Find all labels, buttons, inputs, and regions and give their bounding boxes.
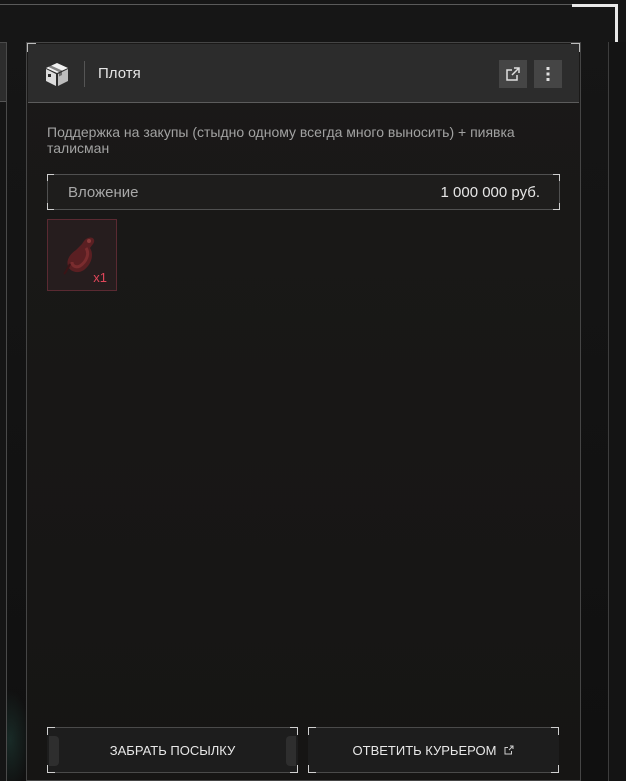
reply-courier-label: ОТВЕТИТЬ КУРЬЕРОМ [352, 742, 497, 758]
adjacent-card-right [608, 42, 626, 781]
button-corner [551, 765, 559, 773]
more-options-button[interactable] [534, 60, 562, 88]
button-corner [551, 727, 559, 735]
parcel-message: Поддержка на закупы (стыдно одному всегд… [47, 124, 515, 156]
investment-row: Вложение 1 000 000 руб. [47, 174, 560, 210]
button-corner [47, 765, 55, 773]
button-notch [286, 736, 296, 766]
card-header: Плотя [27, 43, 580, 103]
more-vertical-icon [546, 67, 550, 81]
external-link-icon [504, 745, 514, 755]
button-corner [308, 727, 316, 735]
parcel-box-icon [46, 63, 68, 86]
sender-name: Плотя [98, 65, 141, 82]
button-corner [290, 765, 298, 773]
button-notch [49, 736, 59, 766]
take-parcel-label: ЗАБРАТЬ ПОСЫЛКУ [109, 742, 236, 758]
row-corner [553, 203, 560, 210]
header-corner [27, 43, 36, 52]
top-divider [0, 4, 616, 5]
button-corner [47, 727, 55, 735]
row-corner [553, 174, 560, 181]
button-corner [308, 765, 316, 773]
button-corner [290, 727, 298, 735]
row-corner [47, 174, 54, 181]
row-corner [47, 203, 54, 210]
item-count: x1 [93, 270, 107, 285]
open-external-button[interactable] [499, 60, 527, 88]
take-parcel-button[interactable]: ЗАБРАТЬ ПОСЫЛКУ [47, 727, 298, 773]
external-link-icon [506, 67, 520, 81]
header-corner [571, 43, 580, 52]
parcel-card: Плотя Поддержка на закупы (стыдно одному… [26, 42, 581, 781]
reply-courier-button[interactable]: ОТВЕТИТЬ КУРЬЕРОМ [308, 727, 559, 773]
item-slot[interactable]: x1 [47, 219, 117, 291]
investment-label: Вложение [68, 184, 139, 201]
investment-value: 1 000 000 руб. [440, 184, 541, 201]
adjacent-card-left [0, 42, 7, 781]
adjacent-card-header [0, 43, 6, 102]
header-separator [84, 61, 85, 87]
